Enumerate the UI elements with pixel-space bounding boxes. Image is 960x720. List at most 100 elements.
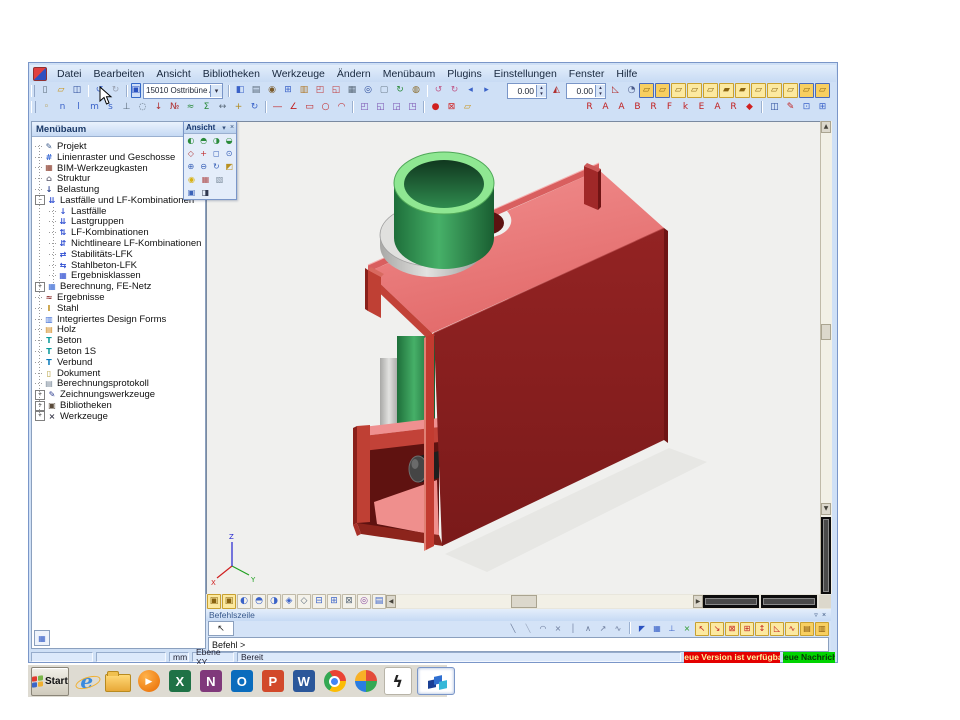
tree-item-holz[interactable]: ▤Holz (32, 325, 205, 336)
settings-icon[interactable]: ◔ (624, 83, 639, 98)
menu-item-fenster[interactable]: Fenster (563, 66, 611, 82)
command-input[interactable]: Befehl > (208, 637, 829, 652)
spin-down-icon[interactable]: ▼ (537, 91, 546, 97)
design-icon-8[interactable]: E (694, 100, 709, 115)
outlook-icon[interactable]: O (229, 668, 255, 694)
menu-item-ndern[interactable]: Ändern (331, 66, 377, 82)
horizontal-scrollbar[interactable] (396, 595, 693, 608)
tree-item-lastf-lle-und-lf-kombinationen[interactable]: −⇊Lastfälle und LF-Kombinationen (32, 195, 205, 206)
member-numbering-icon[interactable]: m (87, 100, 102, 115)
steel-design-icon-2[interactable]: A (598, 100, 613, 115)
horizontal-scroll-thumb[interactable] (511, 595, 537, 608)
tree-item-lastgruppen[interactable]: ⇊Lastgruppen (32, 217, 205, 228)
mini-right-icon[interactable]: ▸ (479, 83, 494, 98)
tab-scroll-left-icon[interactable]: ◀ (386, 595, 396, 608)
osnap-intersect-icon[interactable]: ◺ (770, 622, 784, 636)
result-values-icon[interactable]: Σ (199, 100, 214, 115)
viewtab-user[interactable]: ◎ (357, 594, 371, 609)
snap-parallel-icon[interactable]: ↗ (596, 622, 610, 636)
tree-item-berechnungsprotokoll[interactable]: ▤Berechnungsprotokoll (32, 379, 205, 390)
design-icon-6[interactable]: F (662, 100, 677, 115)
next-view-icon[interactable]: ↻ (447, 83, 462, 98)
panel-toggle-12[interactable]: ▱ (815, 83, 830, 98)
horizontal-pan-slider-1[interactable] (703, 595, 759, 608)
draw-rectangle-icon[interactable]: ▭ (302, 100, 317, 115)
grid-icon[interactable]: ▦ (650, 622, 664, 636)
internet-explorer-icon[interactable]: e (74, 668, 100, 694)
spin-down-icon[interactable]: ▼ (596, 91, 605, 97)
view-in-y-icon[interactable]: ◓ (198, 134, 210, 147)
edit-mode-icon[interactable]: ✎ (783, 100, 798, 115)
panel-toggle-4[interactable]: ▱ (687, 83, 702, 98)
show-supports-icon[interactable]: ⊥ (119, 100, 134, 115)
grid-spacing-y-value[interactable]: 0.00 (567, 86, 595, 96)
toolbar-grip[interactable] (31, 85, 35, 97)
menu-item-hilfe[interactable]: Hilfe (610, 66, 643, 82)
rendering-icon[interactable]: ◨ (199, 186, 212, 199)
tree-item-belastung[interactable]: ↓Belastung (32, 184, 205, 195)
show-nodes-icon[interactable]: ◦ (39, 100, 54, 115)
mini-left-icon[interactable]: ◂ (463, 83, 478, 98)
navigator-header[interactable]: Menübaum (32, 122, 205, 137)
panel-toggle-8[interactable]: ▱ (751, 83, 766, 98)
draw-line-icon[interactable]: ― (270, 100, 285, 115)
show-results-icon[interactable]: ≈ (183, 100, 198, 115)
collapse-icon[interactable]: − (35, 195, 45, 205)
toolbar-grip[interactable] (31, 101, 36, 113)
display-mode-icon[interactable]: ▣ (131, 83, 142, 98)
snap-ortho-icon[interactable]: ╲ (521, 622, 535, 636)
snapshot-icon[interactable]: ◉ (265, 83, 280, 98)
osnap-node-icon[interactable]: ↖ (695, 622, 709, 636)
panel-toggle-10[interactable]: ▱ (783, 83, 798, 98)
new-window-icon[interactable]: ◰ (313, 83, 328, 98)
panel-dock-tab[interactable]: ▦ (34, 630, 50, 646)
load-values-icon[interactable]: № (167, 100, 182, 115)
tile-windows-icon[interactable]: ◱ (373, 100, 388, 115)
tree-item-lastf-lle[interactable]: ↓Lastfälle (32, 206, 205, 217)
vertical-pan-slider[interactable] (821, 517, 831, 594)
palette-close-icon[interactable]: × (228, 124, 236, 131)
viewtab-2[interactable]: ▣ (222, 594, 236, 609)
design-icon-3[interactable]: A (614, 100, 629, 115)
tab-scroll-right-icon[interactable]: ▶ (693, 595, 703, 608)
pin-icon[interactable]: ▿ (812, 611, 820, 619)
osnap-mid-icon[interactable]: ⊠ (725, 622, 739, 636)
menu-item-bearbeiten[interactable]: Bearbeiten (88, 66, 151, 82)
design-icon-5[interactable]: R (646, 100, 661, 115)
redo-icon[interactable]: ↻ (108, 83, 123, 98)
update-icon[interactable]: ↻ (393, 83, 408, 98)
option-icon-1[interactable]: ⊡ (799, 100, 814, 115)
guidelines-icon[interactable]: × (680, 622, 694, 636)
snap-vertical-icon[interactable]: │ (566, 622, 580, 636)
tree-item-verbund[interactable]: TVerbund (32, 357, 205, 368)
palette-header[interactable]: Ansicht ▾ × (184, 122, 236, 134)
viewtab-front[interactable]: ⊞ (327, 594, 341, 609)
osnap-settings-icon[interactable]: ▤ (800, 622, 814, 636)
menu-item-einstellungen[interactable]: Einstellungen (488, 66, 563, 82)
viewtab-x[interactable]: ◐ (237, 594, 251, 609)
show-axes-icon[interactable]: + (231, 100, 246, 115)
camera-icon[interactable]: ◍ (409, 83, 424, 98)
photos-icon[interactable] (353, 668, 379, 694)
tree-item-nichtlineare-lf-kombinationen[interactable]: ⇵Nichtlineare LF-Kombinationen (32, 238, 205, 249)
vertical-scrollbar[interactable]: ▲ ▼ (820, 121, 832, 594)
panel-toggle-6[interactable]: ▰ (719, 83, 734, 98)
update-badge[interactable]: Neue Version ist verfügbar (684, 652, 780, 663)
zoom-view-icon[interactable]: ⊙ (223, 147, 235, 160)
menu-item-bibliotheken[interactable]: Bibliotheken (197, 66, 266, 82)
osnap-end-icon[interactable]: ↘ (710, 622, 724, 636)
tree-item-stahlbeton-lfk[interactable]: ⇆Stahlbeton-LFK (32, 260, 205, 271)
expand-icon[interactable]: + (35, 401, 45, 411)
scroll-up-icon[interactable]: ▲ (821, 121, 831, 133)
search-icon[interactable]: ◎ (361, 83, 376, 98)
work-plane-icon[interactable]: ◺ (608, 83, 623, 98)
option-icon-2[interactable]: ⊞ (815, 100, 830, 115)
panel-toggle-5[interactable]: ▱ (703, 83, 718, 98)
tree-item-integriertes-design-forms[interactable]: ▥Integriertes Design Forms (32, 314, 205, 325)
panel-toggle-7[interactable]: ▰ (735, 83, 750, 98)
view-in-z-icon[interactable]: ◑ (211, 134, 223, 147)
snap-arc-icon[interactable]: ◠ (536, 622, 550, 636)
tree-item-stabilit-ts-lfk[interactable]: ⇄Stabilitäts-LFK (32, 249, 205, 260)
show-dimensions-icon[interactable]: ↔ (215, 100, 230, 115)
refresh-view-icon[interactable]: ↻ (247, 100, 262, 115)
